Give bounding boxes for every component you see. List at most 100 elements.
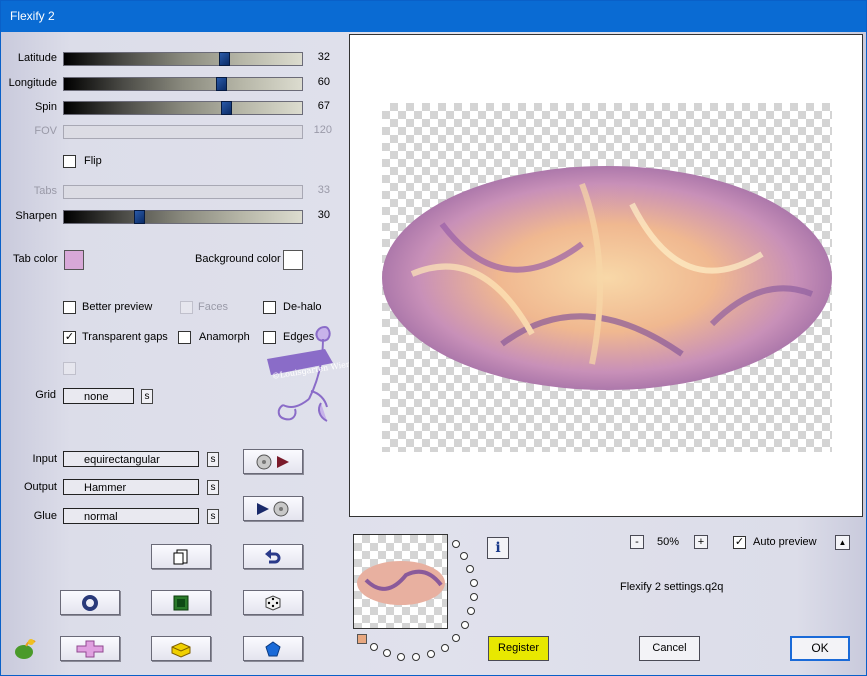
transparent-gaps-checkbox[interactable]: ✓ <box>63 331 76 344</box>
input-label: Input <box>32 453 57 465</box>
preset-play-icon <box>256 454 289 469</box>
auto-preview-checkbox[interactable]: ✓ <box>733 536 746 549</box>
navigator-dot[interactable] <box>466 565 474 573</box>
better-preview-checkbox[interactable] <box>63 301 76 314</box>
background-color-label: Background color <box>195 253 281 265</box>
zoom-in-button[interactable]: + <box>694 535 708 549</box>
grid-select[interactable]: none <box>63 388 134 404</box>
longitude-value: 60 <box>317 76 330 88</box>
preview-canvas <box>382 103 832 452</box>
sharpen-slider[interactable] <box>63 210 303 224</box>
zoom-out-button[interactable]: - <box>630 535 644 549</box>
navigator-image <box>357 561 445 605</box>
collapse-button[interactable]: ▲ <box>835 535 850 550</box>
navigator-dot[interactable] <box>427 650 435 658</box>
spin-value: 67 <box>317 100 330 112</box>
flip-checkbox[interactable] <box>63 155 76 168</box>
glue-label: Glue <box>33 510 57 522</box>
window-title: Flexify 2 <box>10 9 55 23</box>
navigator-dot[interactable] <box>383 649 391 657</box>
yellow-block-icon <box>171 641 191 658</box>
output-select[interactable]: Hammer <box>63 479 199 495</box>
navigator-dot[interactable] <box>441 644 449 652</box>
navigator-dot[interactable] <box>461 621 469 629</box>
longitude-slider-thumb[interactable] <box>216 77 227 91</box>
tab-color-label: Tab color <box>13 253 58 265</box>
tab-color-swatch[interactable] <box>64 250 84 270</box>
latitude-slider[interactable] <box>63 52 303 66</box>
transparent-gaps-label: Transparent gaps <box>82 331 168 343</box>
pentagon-icon <box>265 640 281 656</box>
ring-icon <box>82 594 98 611</box>
square-button[interactable] <box>151 590 211 615</box>
sharpen-value: 30 <box>317 209 330 221</box>
undo-icon <box>265 548 281 563</box>
better-preview-label: Better preview <box>82 301 153 313</box>
background-color-swatch[interactable] <box>283 250 303 270</box>
navigator-dot[interactable] <box>370 643 378 651</box>
flip-label: Flip <box>84 155 102 167</box>
cancel-button[interactable]: Cancel <box>639 636 700 661</box>
latitude-slider-thumb[interactable] <box>219 52 230 66</box>
copy-button[interactable] <box>151 544 211 569</box>
page-copy-icon <box>173 549 188 564</box>
square-icon <box>173 595 189 610</box>
title-bar: Flexify 2 <box>1 1 866 32</box>
sharpen-slider-thumb[interactable] <box>134 210 145 224</box>
faces-label: Faces <box>198 301 228 313</box>
input-select[interactable]: equirectangular <box>63 451 199 467</box>
register-button[interactable]: Register <box>488 636 549 661</box>
info-icon[interactable]: i <box>487 537 509 559</box>
navigator-dot[interactable] <box>470 593 478 601</box>
navigator-dot[interactable] <box>467 607 475 615</box>
navigator-thumbnail[interactable] <box>353 534 448 629</box>
grid-s-button[interactable]: s <box>141 389 153 404</box>
block-button[interactable] <box>151 636 211 661</box>
navigator-dot[interactable] <box>412 653 420 661</box>
cross-icon <box>76 640 104 657</box>
random-button[interactable] <box>243 590 303 615</box>
spin-slider[interactable] <box>63 101 303 115</box>
latitude-value: 32 <box>317 51 330 63</box>
output-s-button[interactable]: s <box>207 480 219 495</box>
navigator-dot[interactable] <box>460 552 468 560</box>
tabs-label: Tabs <box>33 185 57 197</box>
preview-pane[interactable] <box>349 34 863 517</box>
anamorph-label: Anamorph <box>199 331 250 343</box>
auto-preview-label: Auto preview <box>753 536 817 548</box>
tabs-slider <box>63 185 303 199</box>
undo-button[interactable] <box>243 544 303 569</box>
navigator-dot[interactable] <box>452 540 460 548</box>
fov-label: FOV <box>34 125 57 137</box>
spin-slider-thumb[interactable] <box>221 101 232 115</box>
faces-checkbox <box>180 301 193 314</box>
play-preset-icon <box>257 501 289 516</box>
anamorph-checkbox[interactable] <box>178 331 191 344</box>
navigator-dot[interactable] <box>397 653 405 661</box>
pentagon-button[interactable] <box>243 636 303 661</box>
latitude-label: Latitude <box>17 52 57 64</box>
navigator-marker[interactable] <box>357 634 367 644</box>
tabs-value: 33 <box>317 184 330 196</box>
navigator-dot[interactable] <box>452 634 460 642</box>
dice-icon <box>265 594 281 611</box>
navigator-dot[interactable] <box>470 579 478 587</box>
de-halo-checkbox[interactable] <box>263 301 276 314</box>
grid-label: Grid <box>35 389 56 401</box>
spin-label: Spin <box>34 101 57 113</box>
sharpen-label: Sharpen <box>15 210 57 222</box>
cross-button[interactable] <box>60 636 120 661</box>
longitude-label: Longitude <box>8 77 57 89</box>
flexify-dialog: Flexify 2 Latitude 32 Longitude 60 Spin … <box>0 0 867 676</box>
de-halo-label: De-halo <box>283 301 322 313</box>
load-preset-button[interactable] <box>243 449 303 474</box>
input-s-button[interactable]: s <box>207 452 219 467</box>
glue-select[interactable]: normal <box>63 508 199 524</box>
save-preset-button[interactable] <box>243 496 303 521</box>
glue-s-button[interactable]: s <box>207 509 219 524</box>
output-label: Output <box>23 481 57 493</box>
ring-button[interactable] <box>60 590 120 615</box>
longitude-slider[interactable] <box>63 77 303 91</box>
ok-button[interactable]: OK <box>790 636 850 661</box>
fov-slider <box>63 125 303 139</box>
